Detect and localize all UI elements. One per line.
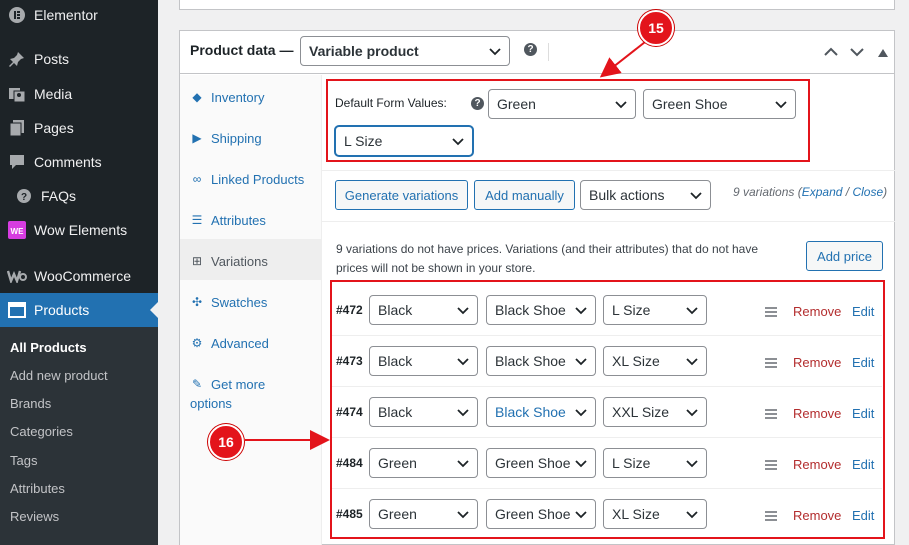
previous-panel-edge (179, 0, 895, 10)
grid-icon: ⊞ (191, 254, 203, 268)
callout-15: 15 (638, 10, 674, 46)
sidebar-item-wow-elements[interactable]: WE Wow Elements (0, 213, 158, 247)
tab-attributes[interactable]: ☰ Attributes (180, 198, 322, 239)
product-data-tabs: ◆ Inventory ▶ Shipping ∞ Linked Products ☰ A… (180, 75, 322, 545)
panel-title: Product data — (190, 42, 294, 58)
tab-label: options (190, 396, 232, 411)
tab-label: Shipping (211, 131, 262, 146)
tab-swatches[interactable]: ✣ Swatches (180, 280, 322, 321)
sidebar-item-comments[interactable]: Comments (0, 145, 158, 179)
move-down-icon[interactable] (850, 45, 864, 60)
swatches-icon: ✣ (191, 295, 203, 309)
paren: ) (883, 185, 888, 199)
submenu-brands[interactable]: Brands (10, 396, 51, 411)
sidebar-item-products[interactable]: Products (0, 293, 158, 327)
pages-icon (7, 118, 27, 138)
svg-text:WE: WE (11, 227, 25, 236)
sidebar-label: Pages (34, 120, 74, 136)
missing-prices-notice: 9 variations do not have prices. Variati… (336, 240, 796, 278)
pin-icon (7, 49, 27, 69)
panel-header: Product data — Variable product ? (180, 31, 894, 74)
sidebar-item-woocommerce[interactable]: WooCommerce (0, 259, 158, 293)
tab-advanced[interactable]: ⚙ Advanced (180, 321, 322, 362)
tab-label: Inventory (211, 90, 265, 105)
submenu-all-products[interactable]: All Products (10, 340, 87, 355)
sidebar-label: Posts (34, 51, 70, 67)
slash: / (845, 185, 850, 199)
current-menu-arrow (150, 302, 158, 318)
close-link[interactable]: Close (852, 185, 883, 199)
add-price-button[interactable]: Add price (806, 241, 883, 271)
product-type-value: Variable product (309, 43, 419, 59)
submenu-tags[interactable]: Tags (10, 453, 37, 468)
tab-label: Linked Products (211, 172, 305, 187)
tab-label: Advanced (211, 336, 269, 351)
submenu-attributes[interactable]: Attributes (10, 481, 65, 496)
sidebar-item-pages[interactable]: Pages (0, 111, 158, 145)
collapse-toggle-icon[interactable] (878, 45, 888, 60)
variations-count: 9 variations (Expand / Close) (733, 185, 887, 199)
count-text: 9 variations (733, 185, 795, 199)
svg-text:?: ? (21, 192, 27, 203)
inventory-icon: ◆ (192, 90, 202, 104)
sidebar-label: FAQs (41, 188, 77, 204)
tab-variations[interactable]: ⊞ Variations (180, 239, 322, 280)
sidebar-item-posts[interactable]: Posts (0, 42, 158, 76)
bulk-actions-select[interactable]: Bulk actions (580, 180, 711, 210)
add-manually-button[interactable]: Add manually (474, 180, 575, 210)
sidebar-item-faqs[interactable]: ? FAQs (0, 179, 158, 213)
tab-label: Swatches (211, 295, 268, 310)
chevron-down-icon (690, 189, 702, 201)
tab-label: Get more (211, 377, 266, 392)
move-up-icon[interactable] (824, 45, 838, 60)
tab-label: Attributes (211, 213, 266, 228)
expand-link[interactable]: Expand (802, 185, 843, 199)
admin-sidebar: Elementor Posts Media Pages Comments ? F… (0, 0, 158, 545)
media-icon (7, 84, 27, 104)
plugin-icon: ✎ (191, 377, 203, 391)
sidebar-label: Wow Elements (34, 222, 128, 238)
divider (322, 170, 895, 171)
sidebar-label: Elementor (34, 7, 98, 23)
tab-inventory[interactable]: ◆ Inventory (180, 75, 322, 116)
header-divider (548, 43, 549, 61)
select-value: Bulk actions (589, 187, 665, 203)
annotation-box-variations (330, 280, 885, 539)
link-icon: ∞ (192, 172, 202, 186)
question-icon: ? (14, 186, 34, 206)
product-type-select[interactable]: Variable product (300, 36, 510, 66)
tab-linked-products[interactable]: ∞ Linked Products (180, 157, 322, 198)
notice-line: prices will not be shown in your store. (336, 261, 536, 275)
submenu-categories[interactable]: Categories (10, 424, 73, 439)
tab-get-more-options[interactable]: ✎ Get more options (180, 362, 322, 412)
chevron-down-icon (489, 45, 501, 57)
sidebar-label: WooCommerce (34, 268, 131, 284)
generate-variations-button[interactable]: Generate variations (335, 180, 468, 210)
notice-line: 9 variations do not have prices. Variati… (336, 242, 759, 256)
products-submenu: All Products Add new product Brands Cate… (0, 327, 158, 545)
elementor-icon (7, 5, 27, 25)
annotation-box-default-form (326, 79, 810, 162)
woocommerce-icon (7, 266, 27, 286)
tab-label: Variations (211, 254, 268, 269)
sidebar-item-media[interactable]: Media (0, 77, 158, 111)
list-icon: ☰ (191, 213, 203, 227)
comments-icon (7, 152, 27, 172)
tab-shipping[interactable]: ▶ Shipping (180, 116, 322, 157)
gear-icon: ⚙ (191, 336, 203, 350)
sidebar-label: Products (34, 302, 90, 318)
sidebar-item-elementor[interactable]: Elementor (0, 0, 158, 32)
divider (322, 221, 895, 222)
sidebar-label: Comments (34, 154, 102, 170)
sidebar-label: Media (34, 86, 73, 102)
submenu-add-new-product[interactable]: Add new product (10, 368, 108, 383)
truck-icon: ▶ (192, 131, 202, 145)
wow-elements-icon: WE (7, 220, 27, 240)
callout-16: 16 (208, 424, 244, 460)
help-icon[interactable]: ? (524, 43, 537, 56)
submenu-reviews[interactable]: Reviews (10, 509, 59, 524)
products-icon (7, 300, 27, 320)
